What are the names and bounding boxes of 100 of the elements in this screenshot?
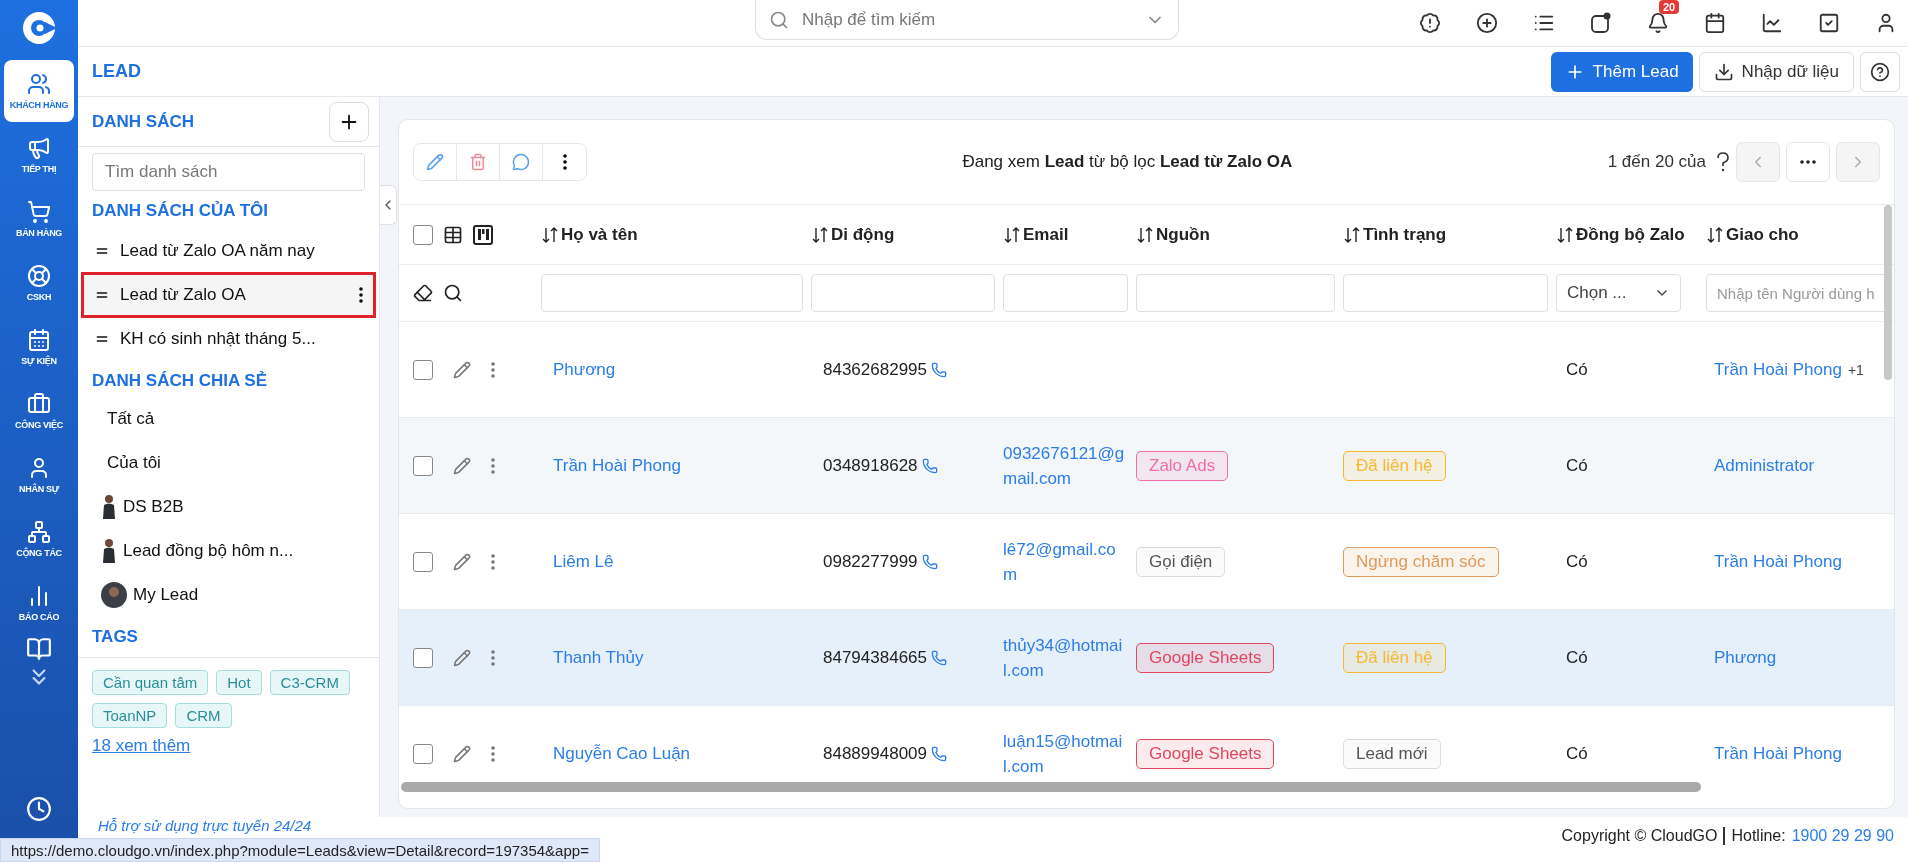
line-chart-icon[interactable] [1760, 12, 1783, 34]
nav-item[interactable]: BÁN HÀNG [4, 188, 74, 250]
pencil-icon[interactable] [453, 648, 471, 667]
person-figure-icon [101, 538, 117, 564]
row-checkbox[interactable] [413, 551, 433, 572]
filter-field[interactable] [1136, 274, 1335, 312]
nav-item[interactable]: KHÁCH HÀNG [4, 60, 74, 122]
horizontal-scrollbar[interactable] [401, 782, 1701, 792]
more-tags-link[interactable]: 18 xem thêm [92, 736, 365, 756]
phone-icon[interactable] [921, 553, 938, 570]
eraser-icon[interactable] [413, 283, 433, 303]
add-icon[interactable] [1475, 12, 1498, 34]
pagination-text: 1 đến 20 của [1607, 152, 1706, 172]
phone-number: 84889948009 [823, 743, 927, 764]
filter-field[interactable] [811, 274, 995, 312]
row-checkbox[interactable] [413, 359, 433, 380]
filter-caption: Đang xem Lead từ bộ lọc Lead từ Zalo OA [961, 152, 1294, 172]
list-search-field[interactable]: Tìm danh sách [92, 153, 365, 191]
phone-icon[interactable] [931, 745, 947, 762]
list-item[interactable]: DS B2B [78, 485, 379, 529]
email-link[interactable]: 0932676121@gmail.com [1003, 440, 1136, 491]
column-header[interactable]: Họ và tên [541, 224, 811, 245]
assignee-link[interactable]: Trần Hoài Phong [1714, 359, 1842, 380]
name-link[interactable]: Phương [541, 359, 616, 379]
tag[interactable]: Cần quan tâm [92, 670, 209, 695]
assignee-link[interactable]: Trần Hoài Phong [1714, 551, 1842, 572]
phone-icon[interactable] [921, 457, 938, 474]
clock-icon[interactable] [26, 796, 52, 822]
email-link[interactable]: lê72@gmail.com [1003, 536, 1136, 587]
support-link[interactable]: Hỗ trợ sử dụng trực tuyến 24/24 [98, 817, 312, 834]
nav-item[interactable]: CỘNG TÁC [4, 508, 74, 570]
tag[interactable]: C3-CRM [269, 670, 350, 695]
bell-icon[interactable] [1646, 12, 1669, 34]
pencil-icon[interactable] [453, 552, 471, 571]
vertical-scrollbar[interactable] [1884, 205, 1892, 380]
assignee-link[interactable]: Trần Hoài Phong [1714, 743, 1842, 764]
name-link[interactable]: Thanh Thủy [541, 647, 644, 667]
assignee-link[interactable]: Administrator [1714, 455, 1815, 476]
list-item[interactable]: Của tôi [78, 441, 379, 485]
column-header[interactable]: Di động [811, 224, 1003, 245]
select-all-checkbox[interactable] [413, 224, 433, 245]
tag[interactable]: ToanNP [92, 703, 168, 728]
nav-item[interactable]: NHÂN SỰ [4, 444, 74, 506]
list-item[interactable]: Tất cả [78, 397, 379, 441]
phone-icon[interactable] [931, 649, 947, 666]
email-link[interactable]: luận15@hotmail.com [1003, 728, 1136, 779]
row-checkbox[interactable] [413, 743, 433, 764]
filter-field[interactable] [541, 274, 803, 312]
collapse-button[interactable] [380, 185, 397, 225]
nav-item[interactable]: TIẾP THỊ [4, 124, 74, 186]
pencil-icon[interactable] [453, 456, 471, 475]
alert-icon[interactable] [1418, 12, 1441, 34]
pencil-icon[interactable] [453, 360, 471, 379]
table-row[interactable]: Trần Hoài Phong 0348918628 0932676121@gmail.com Zalo Ads Đã liên hệ Có Administrator [399, 418, 1894, 514]
more-icon[interactable] [359, 287, 363, 303]
name-link[interactable]: Nguyễn Cao Luận [541, 743, 691, 763]
table-view-icon[interactable] [443, 224, 463, 245]
table-cell-text: Có [1565, 647, 1588, 667]
calendar-icon[interactable] [1703, 12, 1726, 34]
phone-icon[interactable] [931, 361, 947, 378]
add-lead-button[interactable]: Thêm Lead [1550, 51, 1693, 92]
name-link[interactable]: Liêm Lê [541, 551, 614, 571]
kanban-view-icon[interactable] [473, 224, 493, 245]
list-item[interactable]: Lead từ Zalo OA năm nay [84, 231, 373, 271]
search-icon[interactable] [443, 283, 463, 303]
tag[interactable]: CRM [175, 703, 232, 728]
column-header[interactable]: Tình trạng [1343, 224, 1556, 245]
list-item[interactable]: My Lead [78, 573, 379, 617]
filter-select[interactable]: Chọn ... [1556, 274, 1681, 312]
sort-icon [811, 225, 829, 244]
list-item[interactable]: KH có sinh nhật tháng 5... [84, 319, 373, 359]
nav-item[interactable]: CÔNG VIỆC [4, 380, 74, 442]
list-item[interactable]: Lead từ Zalo OA [84, 275, 373, 315]
column-header[interactable]: Giao cho [1706, 224, 1894, 245]
name-link[interactable]: Trần Hoài Phong [541, 455, 681, 475]
list-item-label: Lead đồng bộ hôm n... [123, 541, 294, 561]
list-item[interactable]: Lead đồng bộ hôm n... [78, 529, 379, 573]
tag[interactable]: Hot [216, 670, 262, 695]
table-row[interactable]: Thanh Thủy 84794384665 thủy34@hotmail.com Google Sheets Đã liên hệ Có Phương [399, 610, 1894, 706]
filter-field[interactable] [1003, 274, 1128, 312]
column-header[interactable]: Đồng bộ Zalo [1556, 224, 1706, 245]
column-header[interactable]: Nguồn [1136, 224, 1343, 245]
column-header[interactable]: Email [1003, 224, 1136, 245]
row-checkbox[interactable] [413, 647, 433, 668]
nav-item[interactable]: BÁO CÁO [4, 572, 74, 634]
email-link[interactable]: thủy34@hotmail.com [1003, 632, 1136, 683]
row-checkbox[interactable] [413, 455, 433, 476]
assignee-link[interactable]: Phương [1714, 647, 1777, 668]
nav-item[interactable]: SỰ KIỆN [4, 316, 74, 378]
pencil-icon[interactable] [453, 744, 471, 763]
add-list-button[interactable] [329, 101, 369, 142]
nav-item[interactable]: CSKH [4, 252, 74, 314]
import-button[interactable]: Nhập dữ liệu [1698, 51, 1854, 92]
more-pages-button[interactable] [1786, 142, 1830, 182]
search-field[interactable]: Nhập để tìm kiếm [755, 0, 1179, 40]
sort-icon [1136, 225, 1154, 244]
help-button[interactable] [1860, 51, 1900, 92]
table-cell-text: Có [1565, 359, 1588, 379]
checkbox-icon[interactable] [1817, 12, 1840, 34]
filter-field[interactable] [1343, 274, 1548, 312]
